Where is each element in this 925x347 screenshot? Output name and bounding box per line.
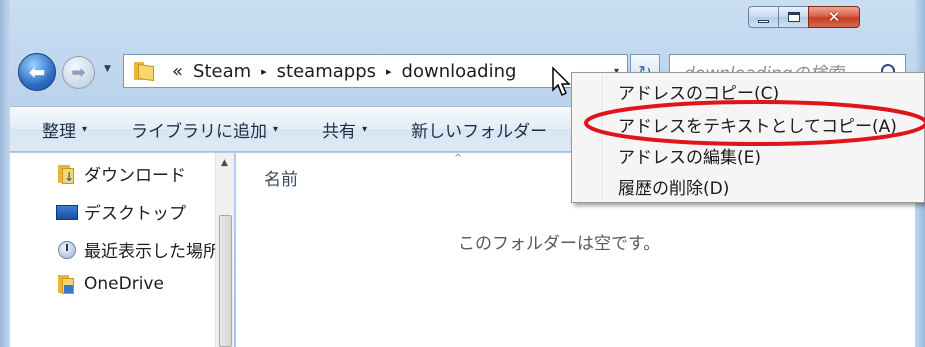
empty-folder-message: このフォルダーは空です。 — [458, 234, 661, 254]
sidebar-item-label: 最近表示した場所 — [84, 242, 220, 262]
chevron-down-icon: ▾ — [82, 123, 88, 135]
recent-places-icon — [56, 240, 78, 260]
back-arrow-icon: ⬅ — [28, 60, 46, 84]
menu-item-edit-address[interactable]: アドレスの編集(E) — [618, 143, 761, 168]
breadcrumb-separator-icon[interactable]: ▸ — [261, 65, 267, 78]
forward-button[interactable]: ➡ — [62, 56, 95, 89]
scrollbar-thumb[interactable] — [219, 215, 232, 347]
breadcrumb-downloading[interactable]: downloading — [402, 61, 517, 82]
sidebar-item-onedrive[interactable]: OneDrive — [56, 274, 164, 294]
share-with-button[interactable]: 共有 ▾ — [300, 117, 389, 142]
sidebar-item-desktop[interactable]: デスクトップ — [56, 199, 186, 224]
share-with-label: 共有 — [322, 121, 357, 142]
scroll-up-icon[interactable]: ▲ — [221, 158, 228, 168]
onedrive-folder-icon — [56, 274, 78, 294]
sort-indicator-icon: ^ — [454, 153, 463, 164]
close-icon: ✕ — [827, 8, 841, 26]
address-context-menu: アドレスのコピー(C) アドレスをテキストとしてコピー(A) アドレスの編集(E… — [571, 72, 925, 203]
menu-item-copy-address[interactable]: アドレスのコピー(C) — [618, 79, 779, 104]
navigation-pane: ↓ ダウンロード デスクトップ 最近表示した場所 OneDrive ▲ — [10, 153, 234, 347]
breadcrumb-steam[interactable]: Steam — [193, 61, 251, 82]
navigation-scrollbar[interactable]: ▲ — [215, 153, 234, 347]
menu-item-copy-address-as-text[interactable]: アドレスをテキストとしてコピー(A) — [618, 112, 897, 137]
sidebar-item-downloads[interactable]: ↓ ダウンロード — [56, 161, 186, 186]
maximize-icon — [787, 12, 800, 22]
add-to-library-button[interactable]: ライブラリに追加 ▾ — [109, 117, 300, 142]
new-folder-button[interactable]: 新しいフォルダー — [389, 117, 569, 142]
menu-item-delete-history[interactable]: 履歴の削除(D) — [618, 174, 729, 199]
chevron-down-icon: ▾ — [273, 123, 279, 135]
add-to-library-label: ライブラリに追加 — [131, 121, 268, 142]
close-button[interactable]: ✕ — [808, 6, 860, 28]
folder-icon — [134, 62, 156, 82]
sidebar-item-label: デスクトップ — [84, 204, 186, 224]
desktop-icon — [56, 202, 78, 222]
column-header-name[interactable]: 名前 — [264, 165, 298, 190]
sidebar-item-label: ダウンロード — [84, 166, 186, 186]
organize-label: 整理 — [42, 121, 76, 142]
breadcrumb-steamapps[interactable]: steamapps — [277, 61, 376, 82]
forward-arrow-icon: ➡ — [71, 62, 86, 83]
sidebar-item-recent-places[interactable]: 最近表示した場所 — [56, 237, 220, 262]
chevron-down-icon: ▾ — [362, 123, 368, 135]
breadcrumb-separator-icon[interactable]: ▸ — [386, 65, 392, 78]
back-button[interactable]: ⬅ — [18, 53, 56, 91]
sidebar-item-label: OneDrive — [84, 274, 164, 294]
minimize-button[interactable] — [748, 6, 778, 28]
maximize-button[interactable] — [778, 6, 808, 28]
minimize-icon — [758, 19, 769, 23]
recent-pages-chevron-down-icon[interactable]: ▼ — [104, 64, 111, 74]
organize-menu-button[interactable]: 整理 ▾ — [10, 117, 109, 142]
downloads-folder-icon: ↓ — [56, 164, 78, 184]
mouse-cursor-icon — [552, 66, 571, 97]
new-folder-label: 新しいフォルダー — [411, 121, 548, 142]
breadcrumb-overflow[interactable]: « — [172, 61, 183, 82]
window-caption-buttons: ✕ — [748, 6, 860, 28]
